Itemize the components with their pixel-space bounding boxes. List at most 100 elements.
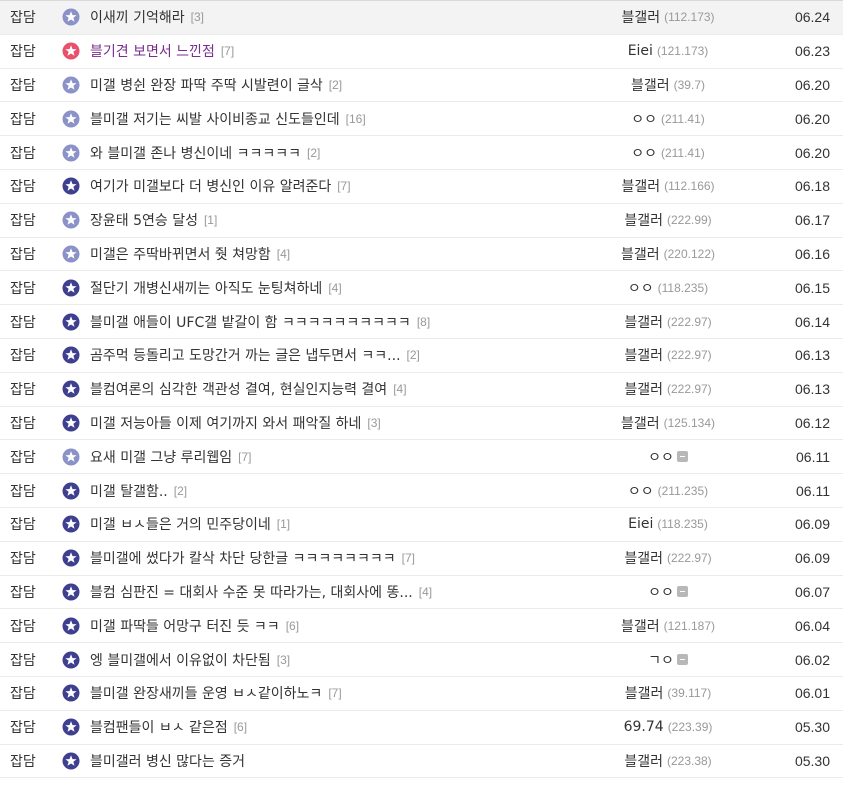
- post-title-cell[interactable]: 와 블미갤 존나 병신이네 ㅋㅋㅋㅋㅋ [2]: [90, 136, 610, 169]
- post-comment-count[interactable]: [2]: [174, 484, 187, 498]
- post-row[interactable]: 잡담 블기견 보면서 느낀점 [7] Eiei (121.173) 06.23: [0, 35, 843, 69]
- post-writer[interactable]: ㅇㅇ (118.235): [560, 271, 776, 304]
- post-writer[interactable]: ㄱㅇ: [560, 643, 776, 676]
- post-comment-count[interactable]: [3]: [191, 10, 204, 24]
- post-title-link[interactable]: 블미갤에 썼다가 칼삭 차단 당한글 ㅋㅋㅋㅋㅋㅋㅋㅋ: [90, 548, 396, 568]
- post-title-link[interactable]: 와 블미갤 존나 병신이네 ㅋㅋㅋㅋㅋ: [90, 143, 301, 163]
- post-writer[interactable]: 블갤러 (223.38): [560, 745, 776, 778]
- post-title-cell[interactable]: 장윤태 5연승 달성 [1]: [90, 204, 610, 237]
- post-comment-count[interactable]: [4]: [277, 247, 290, 261]
- post-comment-count[interactable]: [8]: [417, 315, 430, 329]
- post-writer[interactable]: ㅇㅇ (211.41): [560, 136, 776, 169]
- post-comment-count[interactable]: [4]: [393, 382, 406, 396]
- post-writer[interactable]: 블갤러 (39.117): [560, 677, 776, 710]
- post-comment-count[interactable]: [6]: [234, 720, 247, 734]
- post-title-cell[interactable]: 블컴 심판진 = 대회사 수준 못 따라가는, 대회사에 똥... [4]: [90, 576, 610, 609]
- post-row[interactable]: 잡담 엥 블미갤에서 이유없이 차단됨 [3] ㄱㅇ 06.02: [0, 643, 843, 677]
- post-title-cell[interactable]: 미갤 탈갤함.. [2]: [90, 474, 610, 507]
- post-title-cell[interactable]: 블미갤 저기는 씨발 사이비종교 신도들인데 [16]: [90, 102, 610, 135]
- post-row[interactable]: 잡담 곰주먹 등돌리고 도망간거 까는 글은 냅두면서 ㅋㅋ... [2] 블갤…: [0, 339, 843, 373]
- post-writer[interactable]: 블갤러 (222.97): [560, 542, 776, 575]
- post-row[interactable]: 잡담 와 블미갤 존나 병신이네 ㅋㅋㅋㅋㅋ [2] ㅇㅇ (211.41) 0…: [0, 136, 843, 170]
- post-title-cell[interactable]: 이새끼 기억해라 [3]: [90, 1, 610, 34]
- post-comment-count[interactable]: [7]: [238, 450, 251, 464]
- writer-nickname[interactable]: 블갤러: [624, 210, 663, 230]
- post-writer[interactable]: 블갤러 (220.122): [560, 238, 776, 271]
- post-writer[interactable]: Eiei (121.173): [560, 35, 776, 68]
- post-row[interactable]: 잡담 요새 미갤 그냥 루리웹임 [7] ㅇㅇ 06.11: [0, 440, 843, 475]
- post-title-link[interactable]: 블컴팬들이 ㅂㅅ 같은점: [90, 717, 228, 737]
- post-title-cell[interactable]: 블컴팬들이 ㅂㅅ 같은점 [6]: [90, 711, 610, 744]
- post-row[interactable]: 잡담 여기가 미갤보다 더 병신인 이유 알려준다 [7] 블갤러 (112.1…: [0, 170, 843, 204]
- post-title-cell[interactable]: 미갤 저능아들 이제 여기까지 와서 패악질 하네 [3]: [90, 407, 610, 440]
- post-title-link[interactable]: 미갤 탈갤함..: [90, 481, 168, 501]
- writer-nickname[interactable]: 블갤러: [624, 379, 663, 399]
- post-title-link[interactable]: 블미갤 완장새끼들 운영 ㅂㅅ같이하노ㅋ: [90, 683, 322, 703]
- writer-nickname[interactable]: 블갤러: [621, 7, 660, 27]
- post-writer[interactable]: 블갤러 (112.173): [560, 1, 776, 34]
- writer-nickname[interactable]: 블갤러: [624, 548, 663, 568]
- post-title-cell[interactable]: 미갤 파딱들 어망구 터진 듯 ㅋㅋ [6]: [90, 609, 610, 642]
- post-comment-count[interactable]: [3]: [367, 416, 380, 430]
- post-comment-count[interactable]: [6]: [286, 619, 299, 633]
- post-title-cell[interactable]: 요새 미갤 그냥 루리웹임 [7]: [90, 440, 610, 473]
- post-title-link[interactable]: 블미갤 애들이 UFC갤 밭갈이 함 ㅋㅋㅋㅋㅋㅋㅋㅋㅋㅋ: [90, 312, 411, 332]
- post-writer[interactable]: Eiei (118.235): [560, 508, 776, 541]
- post-title-link[interactable]: 절단기 개병신새끼는 아직도 눈팅쳐하네: [90, 278, 322, 298]
- post-title-link[interactable]: 블컴여론의 심각한 객관성 결여, 현실인지능력 결여: [90, 379, 387, 399]
- post-title-cell[interactable]: 미갤 ㅂㅅ들은 거의 민주당이네 [1]: [90, 508, 610, 541]
- post-row[interactable]: 잡담 미갤 저능아들 이제 여기까지 와서 패악질 하네 [3] 블갤러 (12…: [0, 407, 843, 441]
- writer-nickname[interactable]: ㅇㅇ: [648, 447, 674, 467]
- writer-nickname[interactable]: ㅇㅇ: [628, 481, 654, 501]
- post-title-link[interactable]: 블기견 보면서 느낀점: [90, 41, 215, 61]
- post-title-link[interactable]: 이새끼 기억해라: [90, 7, 185, 27]
- post-writer[interactable]: ㅇㅇ (211.41): [560, 102, 776, 135]
- post-row[interactable]: 잡담 이새끼 기억해라 [3] 블갤러 (112.173) 06.24: [0, 1, 843, 35]
- post-comment-count[interactable]: [7]: [221, 44, 234, 58]
- writer-nickname[interactable]: 69.74: [624, 719, 664, 735]
- writer-nickname[interactable]: ㅇㅇ: [631, 143, 657, 163]
- post-comment-count[interactable]: [7]: [337, 179, 350, 193]
- post-row[interactable]: 잡담 블미갤 저기는 씨발 사이비종교 신도들인데 [16] ㅇㅇ (211.4…: [0, 102, 843, 137]
- post-row[interactable]: 잡담 미갤은 주딱바뀌면서 줫 쳐망함 [4] 블갤러 (220.122) 06…: [0, 238, 843, 272]
- post-row[interactable]: 잡담 블미갤 애들이 UFC갤 밭갈이 함 ㅋㅋㅋㅋㅋㅋㅋㅋㅋㅋ [8] 블갤러…: [0, 305, 843, 339]
- post-row[interactable]: 잡담 블컴팬들이 ㅂㅅ 같은점 [6] 69.74 (223.39) 05.30: [0, 711, 843, 745]
- writer-nickname[interactable]: ㅇㅇ: [631, 109, 657, 129]
- post-comment-count[interactable]: [1]: [277, 517, 290, 531]
- post-title-cell[interactable]: 블미갤에 썼다가 칼삭 차단 당한글 ㅋㅋㅋㅋㅋㅋㅋㅋ [7]: [90, 542, 610, 575]
- post-row[interactable]: 잡담 블미갤러 병신 많다는 증거 블갤러 (223.38) 05.30: [0, 745, 843, 779]
- post-comment-count[interactable]: [2]: [307, 146, 320, 160]
- post-comment-count[interactable]: [2]: [329, 78, 342, 92]
- writer-nickname[interactable]: 블갤러: [624, 751, 663, 771]
- post-comment-count[interactable]: [4]: [328, 281, 341, 295]
- post-title-cell[interactable]: 블미갤러 병신 많다는 증거: [90, 745, 610, 778]
- post-comment-count[interactable]: [4]: [419, 585, 432, 599]
- post-comment-count[interactable]: [2]: [407, 348, 420, 362]
- post-title-link[interactable]: 블미갤러 병신 많다는 증거: [90, 751, 245, 771]
- post-writer[interactable]: 블갤러 (39.7): [560, 69, 776, 102]
- post-row[interactable]: 잡담 장윤태 5연승 달성 [1] 블갤러 (222.99) 06.17: [0, 204, 843, 238]
- writer-nickname[interactable]: Eiei: [628, 516, 653, 532]
- post-writer[interactable]: 블갤러 (222.99): [560, 204, 776, 237]
- post-title-cell[interactable]: 엥 블미갤에서 이유없이 차단됨 [3]: [90, 643, 610, 676]
- post-title-link[interactable]: 미갤 병쉰 완장 파딱 주딱 시발련이 글삭: [90, 75, 323, 95]
- post-row[interactable]: 잡담 블미갤 완장새끼들 운영 ㅂㅅ같이하노ㅋ [7] 블갤러 (39.117)…: [0, 677, 843, 711]
- post-title-link[interactable]: 장윤태 5연승 달성: [90, 210, 198, 230]
- post-writer[interactable]: ㅇㅇ: [560, 440, 776, 473]
- writer-nickname[interactable]: ㄱㅇ: [648, 650, 674, 670]
- post-writer[interactable]: 블갤러 (222.97): [560, 373, 776, 406]
- writer-nickname[interactable]: 블갤러: [624, 312, 663, 332]
- post-row[interactable]: 잡담 블미갤에 썼다가 칼삭 차단 당한글 ㅋㅋㅋㅋㅋㅋㅋㅋ [7] 블갤러 (…: [0, 542, 843, 576]
- post-title-link[interactable]: 미갤 저능아들 이제 여기까지 와서 패악질 하네: [90, 413, 361, 433]
- post-title-cell[interactable]: 블컴여론의 심각한 객관성 결여, 현실인지능력 결여 [4]: [90, 373, 610, 406]
- post-title-link[interactable]: 곰주먹 등돌리고 도망간거 까는 글은 냅두면서 ㅋㅋ...: [90, 345, 401, 365]
- post-writer[interactable]: 69.74 (223.39): [560, 711, 776, 744]
- post-comment-count[interactable]: [7]: [402, 551, 415, 565]
- writer-nickname[interactable]: 블갤러: [625, 683, 664, 703]
- post-title-cell[interactable]: 미갤 병쉰 완장 파딱 주딱 시발련이 글삭 [2]: [90, 69, 610, 102]
- post-title-cell[interactable]: 블미갤 애들이 UFC갤 밭갈이 함 ㅋㅋㅋㅋㅋㅋㅋㅋㅋㅋ [8]: [90, 305, 610, 338]
- post-title-link[interactable]: 엥 블미갤에서 이유없이 차단됨: [90, 650, 271, 670]
- writer-nickname[interactable]: 블갤러: [621, 244, 660, 264]
- post-writer[interactable]: 블갤러 (125.134): [560, 407, 776, 440]
- writer-nickname[interactable]: ㅇㅇ: [648, 582, 674, 602]
